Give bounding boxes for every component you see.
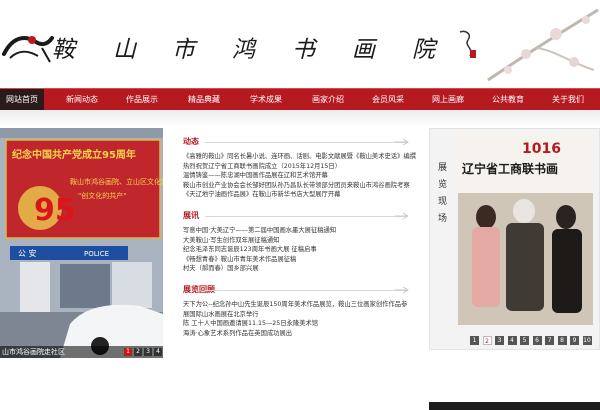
exhibition-page-button[interactable]: 5: [520, 336, 529, 345]
list-item[interactable]: 天下为公--纪念孙中山先生诞辰150周年美术作品展览，鞍山三位画家创作作品参: [183, 300, 418, 309]
nav-item[interactable]: 学术成果: [238, 89, 294, 111]
exhibition-page-button[interactable]: 4: [507, 336, 517, 345]
section-news-title[interactable]: 动态: [183, 136, 199, 147]
list-item[interactable]: 村夫（郝而春）国乡部兴展: [183, 264, 418, 273]
nav-item[interactable]: 网上画廊: [420, 89, 476, 111]
list-item[interactable]: 海涛·心象艺术系列作品在英国成功展出: [183, 329, 418, 338]
section-divider: [205, 216, 408, 217]
police-sign-en: POLICE: [84, 250, 109, 258]
slide-dot[interactable]: 2: [134, 348, 142, 356]
exhibition-page-button[interactable]: 2: [482, 336, 492, 345]
slide-caption: 山市鸿谷画院走社区: [2, 348, 65, 356]
exhibition-label-char: 场: [438, 214, 448, 224]
exhibition-photo-image: 1016 辽宁省工商联书画: [458, 133, 593, 325]
nav-item[interactable]: 新闻动态: [54, 89, 110, 111]
nav-item[interactable]: 网站首页: [0, 89, 44, 111]
exhibition-label-char: 览: [438, 180, 448, 190]
section-arrow-icon: [395, 287, 409, 293]
exhibition-page-button[interactable]: 10: [582, 336, 592, 345]
list-item[interactable]: 热烈祝贺辽宁省工商联书画院成立（2015年12月15日）: [183, 162, 418, 171]
list-item[interactable]: 《畅想青春》鞍山市青年美术作品展征稿: [183, 255, 418, 264]
site-title-char: 鸿: [232, 37, 255, 63]
site-title-char: 鞍: [52, 37, 75, 63]
nav-item[interactable]: 会员风采: [360, 89, 416, 111]
seal-stamp-icon: [459, 30, 476, 58]
ink-logo-icon: [2, 36, 54, 63]
police-sign-cn: 公 安: [18, 248, 37, 258]
nav-item[interactable]: 精品典藏: [176, 89, 232, 111]
exhibition-label: 展览现场: [438, 160, 452, 228]
nav-item[interactable]: 公共教育: [480, 89, 536, 111]
exhibition-label-char: 展: [438, 163, 448, 173]
list-item[interactable]: 大美鞍山·写生创作双年展征稿通知: [183, 236, 418, 245]
footer-dark-strip: [429, 402, 600, 410]
slide-banner-line1: 纪念中国共产党成立95周年: [12, 148, 136, 161]
exhibition-photo[interactable]: 1016 辽宁省工商联书画: [458, 133, 593, 325]
site-title-char: 市: [172, 37, 195, 63]
exhibition-page-button[interactable]: 3: [495, 336, 504, 345]
slide-dot[interactable]: 3: [144, 348, 152, 356]
site-header: 鞍山市鸿书画院: [0, 0, 600, 88]
list-item[interactable]: 纪念毛泽东同志诞辰123周年书画大展 征稿启事: [183, 245, 418, 254]
list-item[interactable]: 鞍山市创业产业协会会长邹好团队孙乃昌队长带领部分团员来鞍山市鸿谷画院考察: [183, 181, 418, 190]
site-title-char: 院: [412, 37, 435, 63]
slide-banner-line2: 鞍山市鸿谷画院、立山区文化馆: [70, 177, 163, 186]
section-divider: [205, 142, 408, 143]
nav-item[interactable]: 画家介绍: [300, 89, 356, 111]
slide-banner-line3: "创文化的共产": [78, 191, 126, 200]
site-title-char: 书: [292, 37, 315, 63]
photo-banner-text: 辽宁省工商联书画: [462, 161, 558, 176]
content-band: [0, 110, 600, 126]
exhibition-page-button[interactable]: 1: [470, 336, 479, 345]
section-divider: [205, 290, 408, 291]
site-title-char: 山: [113, 37, 136, 63]
section-arrow-icon: [395, 213, 409, 219]
slide-image: 95 纪念中国共产党成立95周年 鞍山市鸿谷画院、立山区文化馆 "创文化的共产"…: [0, 128, 163, 358]
slide-big-number: 95: [34, 193, 76, 228]
nav-item[interactable]: 作品展示: [114, 89, 170, 111]
slide-dot[interactable]: 4: [154, 348, 162, 356]
site-title-char: 画: [352, 37, 375, 63]
list-item[interactable]: 《天辽地宁油画作品展》在鞍山市新华书店大型展厅开幕: [183, 190, 418, 199]
list-item[interactable]: 《高雅的鞍山》同名长暑小说、连环画、话剧、电影文献展暨《鞍山美术史话》编撰: [183, 152, 418, 161]
slide-dot[interactable]: 1: [124, 348, 132, 356]
list-item[interactable]: 陈 工十人中国画邀请展11.15—25日永隆美术馆: [183, 319, 418, 328]
list-item[interactable]: 温情铸鉴——陈忠湖中国画作品展在辽和艺术馆开幕: [183, 171, 418, 180]
section-arrow-icon: [395, 139, 409, 145]
main-nav: 网站首页 新闻动态 作品展示 精品典藏 学术成果 画家介绍 会员风采 网上画廊 公共教育 关于我们: [0, 88, 600, 111]
exhibition-label-char: 现: [438, 197, 448, 207]
nav-item[interactable]: 关于我们: [540, 89, 596, 111]
exhibition-page-button[interactable]: 9: [570, 336, 579, 345]
list-item[interactable]: 写意中国·大美辽宁——第二届中国画水墨大展征稿通知: [183, 226, 418, 235]
photo-banner-number: 1016: [522, 141, 561, 157]
section-exhibition-news-title[interactable]: 展讯: [183, 210, 199, 221]
list-item[interactable]: 展国际山水画展在北京举行: [183, 310, 418, 319]
plum-blossom-decoration: [487, 8, 599, 82]
news-slideshow[interactable]: 95 纪念中国共产党成立95周年 鞍山市鸿谷画院、立山区文化馆 "创文化的共产"…: [0, 128, 163, 358]
exhibition-page-button[interactable]: 6: [532, 336, 542, 345]
exhibition-page-button[interactable]: 7: [545, 336, 554, 345]
exhibition-page-button[interactable]: 8: [557, 336, 567, 345]
